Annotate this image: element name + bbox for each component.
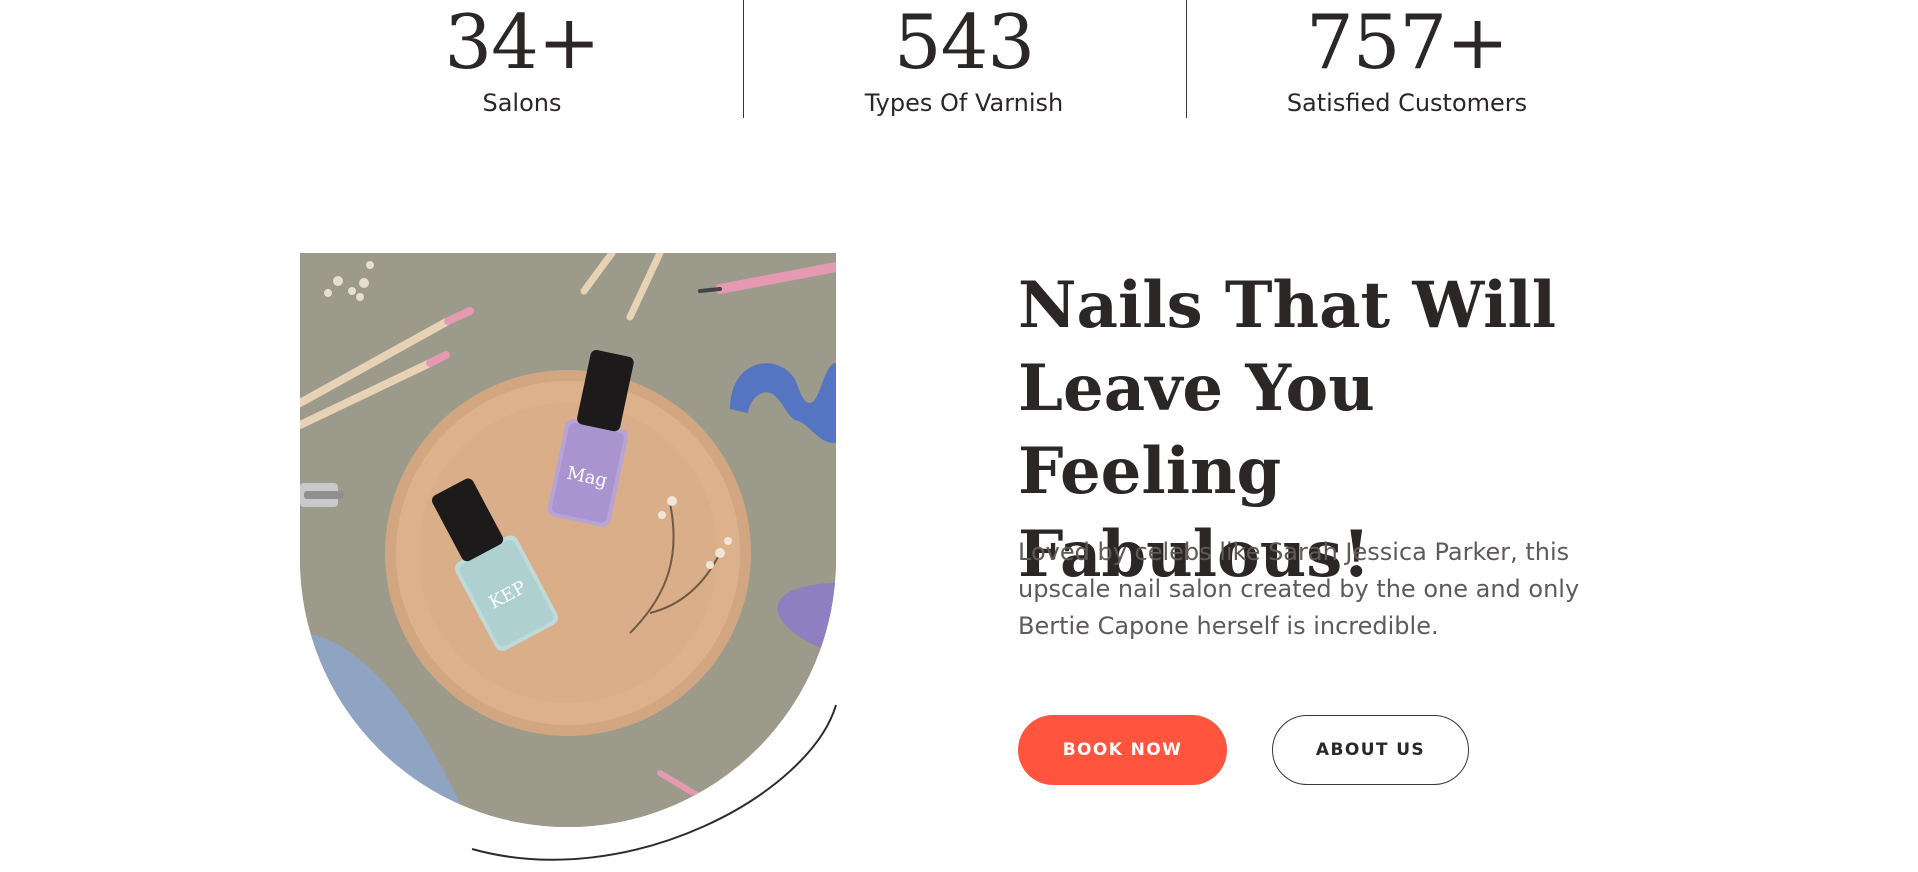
book-now-button[interactable]: BOOK NOW [1018,715,1227,785]
heading-line: Nails That Will [1018,268,1557,343]
stat-label: Types Of Varnish [864,89,1064,117]
stat-salons: 34+ Salons [302,0,742,118]
stat-number: 543 [893,0,1035,86]
heading-line: Leave You Feeling [1018,351,1375,509]
stat-varnish: 543 Types Of Varnish [744,0,1184,118]
hero-description: Loved by celebs like Sarah Jessica Parke… [1018,538,1580,640]
about-us-button[interactable]: ABOUT US [1272,715,1469,785]
stat-number: 34+ [444,0,600,86]
stat-label: Satisfied Customers [1286,89,1528,117]
decorative-arc [471,704,837,861]
stat-number: 757+ [1306,0,1509,86]
stat-customers: 757+ Satisfied Customers [1187,0,1627,118]
stat-label: Salons [482,89,562,117]
